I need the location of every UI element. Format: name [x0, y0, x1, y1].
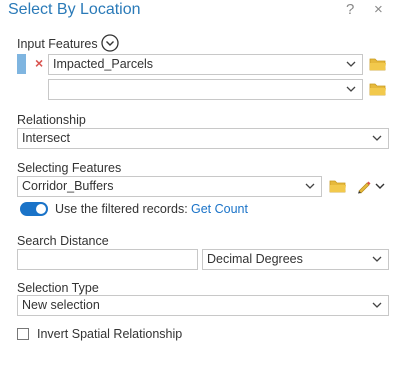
chevron-down-icon [371, 132, 383, 144]
search-distance-input[interactable] [17, 249, 198, 270]
folder-icon[interactable] [329, 179, 347, 193]
search-distance-label: Search Distance [17, 234, 109, 248]
toggle-knob [36, 204, 46, 214]
chevron-down-icon[interactable] [374, 180, 386, 192]
selection-type-dropdown[interactable]: New selection [17, 295, 389, 316]
selecting-features-dropdown[interactable]: Corridor_Buffers [17, 176, 322, 197]
selection-type-value: New selection [22, 298, 100, 312]
pencil-icon[interactable] [356, 178, 372, 194]
row-selection-indicator[interactable] [17, 54, 26, 74]
filtered-records-toggle[interactable] [20, 202, 48, 216]
folder-icon[interactable] [369, 82, 387, 96]
chevron-down-icon [371, 299, 383, 311]
filtered-records-label: Use the filtered records: [55, 202, 188, 216]
selection-type-label: Selection Type [17, 281, 99, 295]
invert-label: Invert Spatial Relationship [37, 327, 183, 341]
input-features-value-1: Impacted_Parcels [53, 57, 154, 71]
input-features-dropdown-1[interactable]: Impacted_Parcels [48, 54, 363, 75]
relationship-label: Relationship [17, 113, 86, 127]
input-features-dropdown-2[interactable] [48, 79, 363, 100]
selecting-features-label: Selecting Features [17, 161, 122, 175]
chevron-down-icon [345, 83, 357, 95]
dialog-title: Select By Location [8, 1, 141, 18]
distance-unit-value: Decimal Degrees [207, 252, 303, 266]
relationship-value: Intersect [22, 131, 70, 145]
expand-circle-icon[interactable] [101, 34, 119, 52]
relationship-dropdown[interactable]: Intersect [17, 128, 389, 149]
close-icon[interactable]: × [374, 1, 383, 18]
help-icon[interactable]: ? [346, 1, 354, 18]
distance-unit-dropdown[interactable]: Decimal Degrees [202, 249, 389, 270]
invert-checkbox[interactable] [17, 328, 29, 340]
chevron-down-icon [371, 253, 383, 265]
chevron-down-icon [304, 180, 316, 192]
folder-icon[interactable] [369, 57, 387, 71]
chevron-down-icon [345, 58, 357, 70]
get-count-link[interactable]: Get Count [191, 202, 248, 216]
input-features-label: Input Features [17, 37, 98, 51]
remove-icon[interactable]: × [35, 55, 43, 71]
selecting-features-value: Corridor_Buffers [22, 179, 114, 193]
